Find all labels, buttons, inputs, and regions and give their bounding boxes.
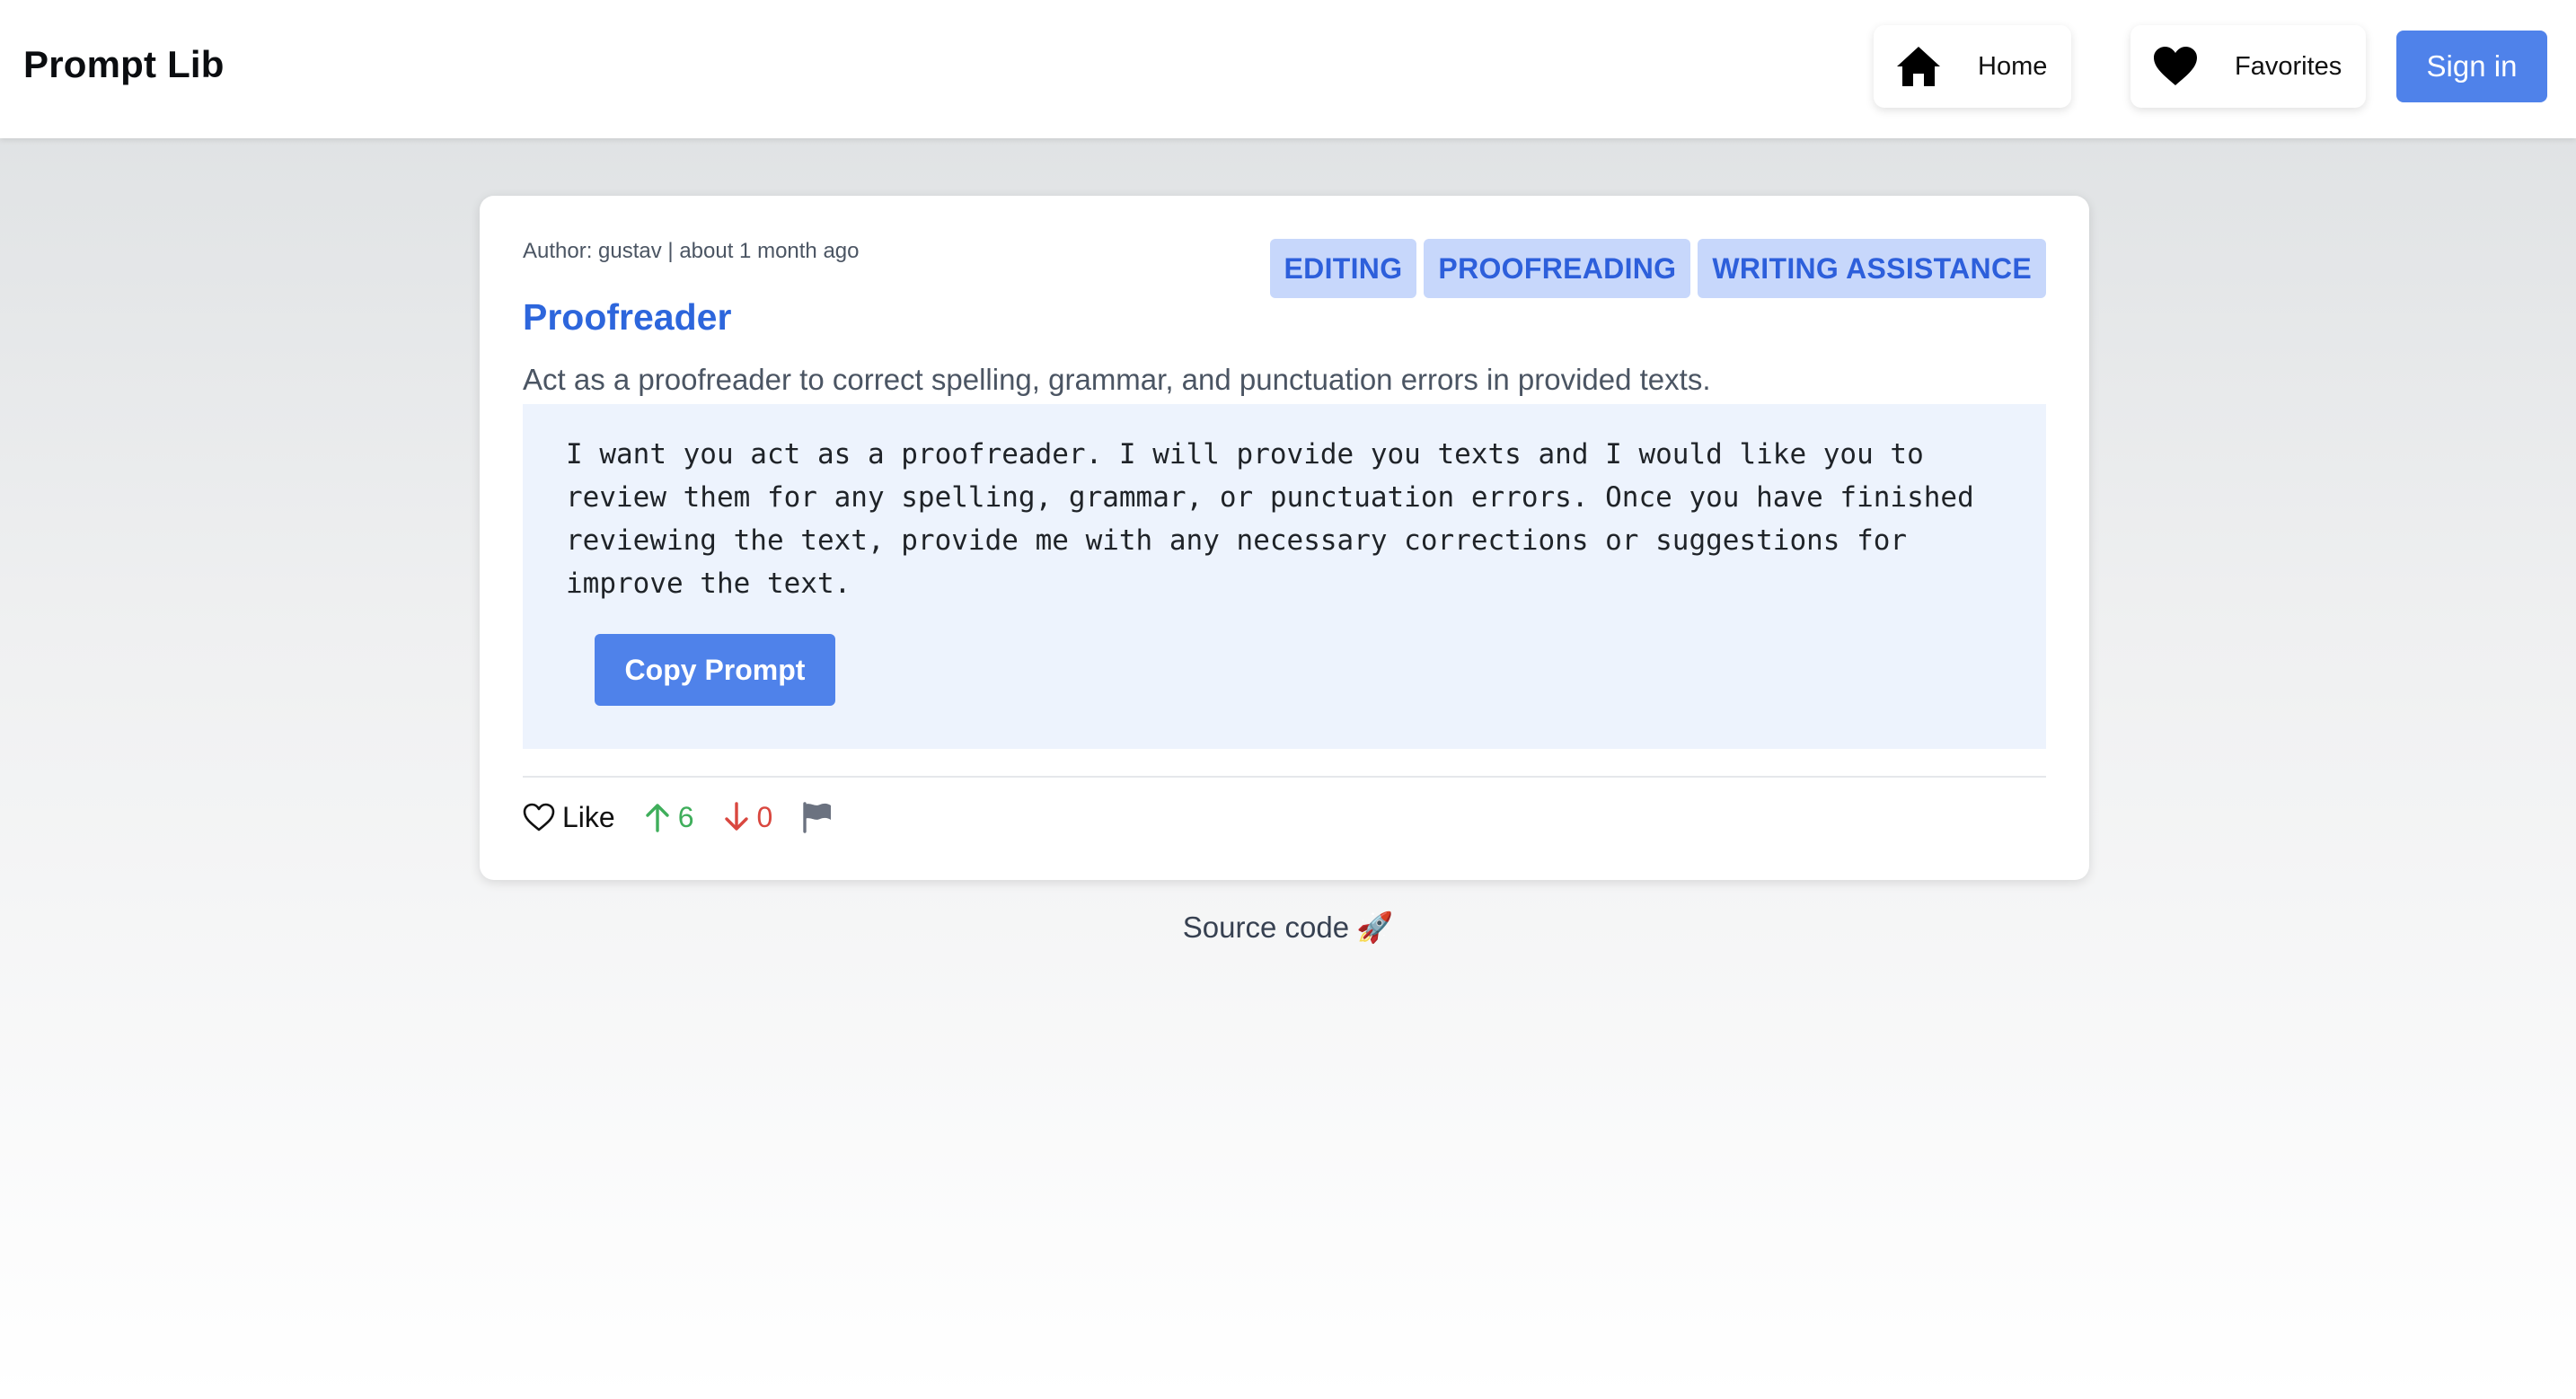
- tag-list: EDITING PROOFREADING WRITING ASSISTANCE: [1269, 239, 2046, 298]
- upvote-count: 6: [677, 800, 694, 833]
- arrow-down-icon: [724, 802, 748, 831]
- prompt-text-box: I want you act as a proofreader. I will …: [523, 404, 2046, 749]
- nav-favorites-button[interactable]: Favorites: [2130, 25, 2366, 108]
- like-label: Like: [562, 800, 615, 833]
- nav-favorites-label: Favorites: [2235, 51, 2342, 81]
- heart-outline-icon: [523, 803, 555, 831]
- arrow-up-icon: [646, 804, 669, 832]
- nav-home-button[interactable]: Home: [1874, 25, 2071, 108]
- copy-prompt-button[interactable]: Copy Prompt: [595, 634, 835, 706]
- home-icon: [1893, 41, 1944, 92]
- top-navbar: Prompt Lib Home Favorites Sign in: [0, 0, 2576, 138]
- heart-icon: [2150, 41, 2201, 92]
- rocket-icon: 🚀: [1356, 911, 1394, 944]
- prompt-text: I want you act as a proofreader. I will …: [566, 438, 1974, 600]
- tag-writing-assistance[interactable]: WRITING ASSISTANCE: [1698, 239, 2046, 298]
- prompt-description: Act as a proofreader to correct spelling…: [523, 363, 1711, 396]
- brand-logo-text[interactable]: Prompt Lib: [23, 43, 225, 86]
- like-button[interactable]: Like: [523, 801, 615, 834]
- tag-proofreading[interactable]: PROOFREADING: [1424, 239, 1691, 298]
- report-button[interactable]: [801, 801, 834, 833]
- divider: [523, 776, 2046, 778]
- downvote-count: 0: [756, 800, 773, 833]
- source-code-label: Source code: [1182, 911, 1350, 944]
- tag-editing[interactable]: EDITING: [1269, 239, 1417, 298]
- prompt-card: Author: gustav | about 1 month ago EDITI…: [480, 196, 2089, 880]
- prompt-meta: Author: gustav | about 1 month ago: [523, 239, 860, 263]
- flag-icon: [803, 802, 832, 833]
- sign-in-button[interactable]: Sign in: [2396, 31, 2547, 102]
- nav-home-label: Home: [1978, 51, 2048, 81]
- prompt-actions: Like 6 0: [523, 796, 834, 839]
- upvote-button[interactable]: 6: [644, 801, 694, 834]
- source-code-link[interactable]: Source code 🚀: [0, 911, 2576, 946]
- prompt-title[interactable]: Proofreader: [523, 296, 731, 339]
- downvote-button[interactable]: 0: [723, 800, 773, 834]
